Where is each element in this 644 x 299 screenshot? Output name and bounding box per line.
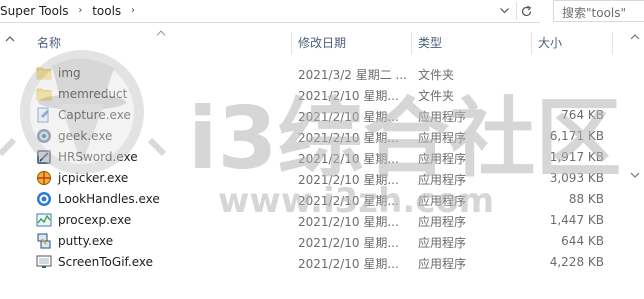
- sort-ascending-icon: [156, 30, 166, 36]
- file-size: 4,228 KB: [549, 255, 604, 269]
- file-name: memreduct: [58, 87, 128, 101]
- file-size: 764 KB: [561, 108, 604, 122]
- file-name: geek.exe: [58, 129, 113, 143]
- screentogif-app-icon: [36, 255, 52, 268]
- file-date: 2021/2/10 星期...: [298, 257, 399, 271]
- file-row[interactable]: putty.exe 2021/2/10 星期... 应用程序 644 KB: [33, 231, 613, 252]
- procexp-app-icon: [36, 213, 52, 227]
- file-row[interactable]: LookHandles.exe 2021/2/10 星期... 应用程序 88 …: [33, 189, 613, 210]
- file-name: ScreenToGif.exe: [58, 255, 153, 269]
- file-row[interactable]: Capture.exe 2021/2/10 星期... 应用程序 764 KB: [33, 105, 613, 126]
- file-row[interactable]: ScreenToGif.exe 2021/2/10 星期... 应用程序 4,2…: [33, 252, 613, 273]
- file-type: 应用程序: [418, 152, 467, 166]
- file-name: img: [58, 66, 81, 80]
- file-row[interactable]: HRSword.exe 2021/2/10 星期... 应用程序 1,917 K…: [33, 147, 613, 168]
- column-divider[interactable]: [291, 32, 292, 54]
- file-date: 2021/2/10 星期...: [298, 215, 399, 229]
- file-row[interactable]: memreduct 2021/2/10 星期... 文件夹: [33, 84, 613, 105]
- file-size: 88 KB: [568, 192, 604, 206]
- file-date: 2021/2/10 星期...: [298, 131, 399, 145]
- file-date: 2021/2/10 星期...: [298, 110, 399, 124]
- color-picker-app-icon: [37, 171, 51, 185]
- file-type: 应用程序: [418, 215, 467, 229]
- file-name: jcpicker.exe: [58, 171, 129, 185]
- file-size: 1,447 KB: [549, 213, 604, 227]
- capture-app-icon: [37, 107, 49, 123]
- file-date: 2021/2/10 星期...: [298, 194, 399, 208]
- vertical-scrollbar[interactable]: [626, 29, 644, 299]
- file-name: Capture.exe: [58, 108, 131, 122]
- putty-app-icon: [37, 233, 51, 249]
- scroll-down-icon[interactable]: [626, 169, 644, 181]
- file-type: 应用程序: [418, 173, 467, 187]
- folder-icon: [36, 67, 52, 80]
- file-row[interactable]: procexp.exe 2021/2/10 星期... 应用程序 1,447 K…: [33, 210, 613, 231]
- refresh-icon: [521, 5, 531, 16]
- breadcrumb-super-tools[interactable]: Super Tools: [0, 4, 69, 18]
- file-size: 3,093 KB: [549, 171, 604, 185]
- file-type: 文件夹: [418, 68, 455, 82]
- column-header-size[interactable]: 大小: [538, 34, 562, 52]
- file-name: putty.exe: [58, 234, 114, 248]
- chevron-down-icon: [499, 8, 509, 14]
- file-type: 应用程序: [418, 257, 467, 271]
- file-row[interactable]: img 2021/3/2 星期二 ... 文件夹: [33, 63, 613, 84]
- file-type: 应用程序: [418, 131, 467, 145]
- search-input[interactable]: 搜索"tools": [553, 0, 644, 22]
- file-date: 2021/2/10 星期...: [298, 89, 399, 103]
- collapse-up-icon[interactable]: [4, 33, 16, 45]
- column-header-date[interactable]: 修改日期: [298, 34, 346, 52]
- breadcrumb-chevron-icon[interactable]: ›: [131, 5, 135, 16]
- column-header-type[interactable]: 类型: [418, 34, 442, 52]
- file-name: HRSword.exe: [58, 150, 138, 164]
- breadcrumb-chevron-icon[interactable]: ›: [78, 5, 82, 16]
- file-name: LookHandles.exe: [58, 192, 160, 206]
- file-type: 应用程序: [418, 236, 467, 250]
- file-date: 2021/2/10 星期...: [298, 173, 399, 187]
- folder-icon: [36, 88, 52, 101]
- column-divider[interactable]: [612, 32, 613, 54]
- file-row[interactable]: jcpicker.exe 2021/2/10 星期... 应用程序 3,093 …: [33, 168, 613, 189]
- column-divider[interactable]: [531, 32, 532, 54]
- file-row[interactable]: geek.exe 2021/2/10 星期... 应用程序 6,171 KB: [33, 126, 613, 147]
- column-divider[interactable]: [411, 32, 412, 54]
- file-type: 应用程序: [418, 194, 467, 208]
- file-type: 应用程序: [418, 110, 467, 124]
- file-size: 1,917 KB: [549, 150, 604, 164]
- file-date: 2021/2/10 星期...: [298, 236, 399, 250]
- hrsword-app-icon: [37, 150, 51, 164]
- address-dropdown-button[interactable]: [496, 3, 512, 19]
- address-bar[interactable]: Super Tools › tools ›: [0, 0, 540, 23]
- file-date: 2021/3/2 星期二 ...: [298, 68, 407, 82]
- breadcrumb-tools[interactable]: tools: [92, 4, 121, 18]
- file-name: procexp.exe: [58, 213, 132, 227]
- breadcrumb: Super Tools › tools ›: [0, 3, 141, 18]
- geek-app-icon: [37, 129, 51, 143]
- refresh-button[interactable]: [516, 2, 535, 20]
- column-header-name[interactable]: 名称: [37, 34, 61, 52]
- file-size: 6,171 KB: [549, 129, 604, 143]
- file-size: 644 KB: [561, 234, 604, 248]
- lookhandles-app-icon: [37, 192, 51, 206]
- file-type: 文件夹: [418, 89, 455, 103]
- scroll-up-icon[interactable]: [626, 31, 644, 43]
- file-date: 2021/2/10 星期...: [298, 152, 399, 166]
